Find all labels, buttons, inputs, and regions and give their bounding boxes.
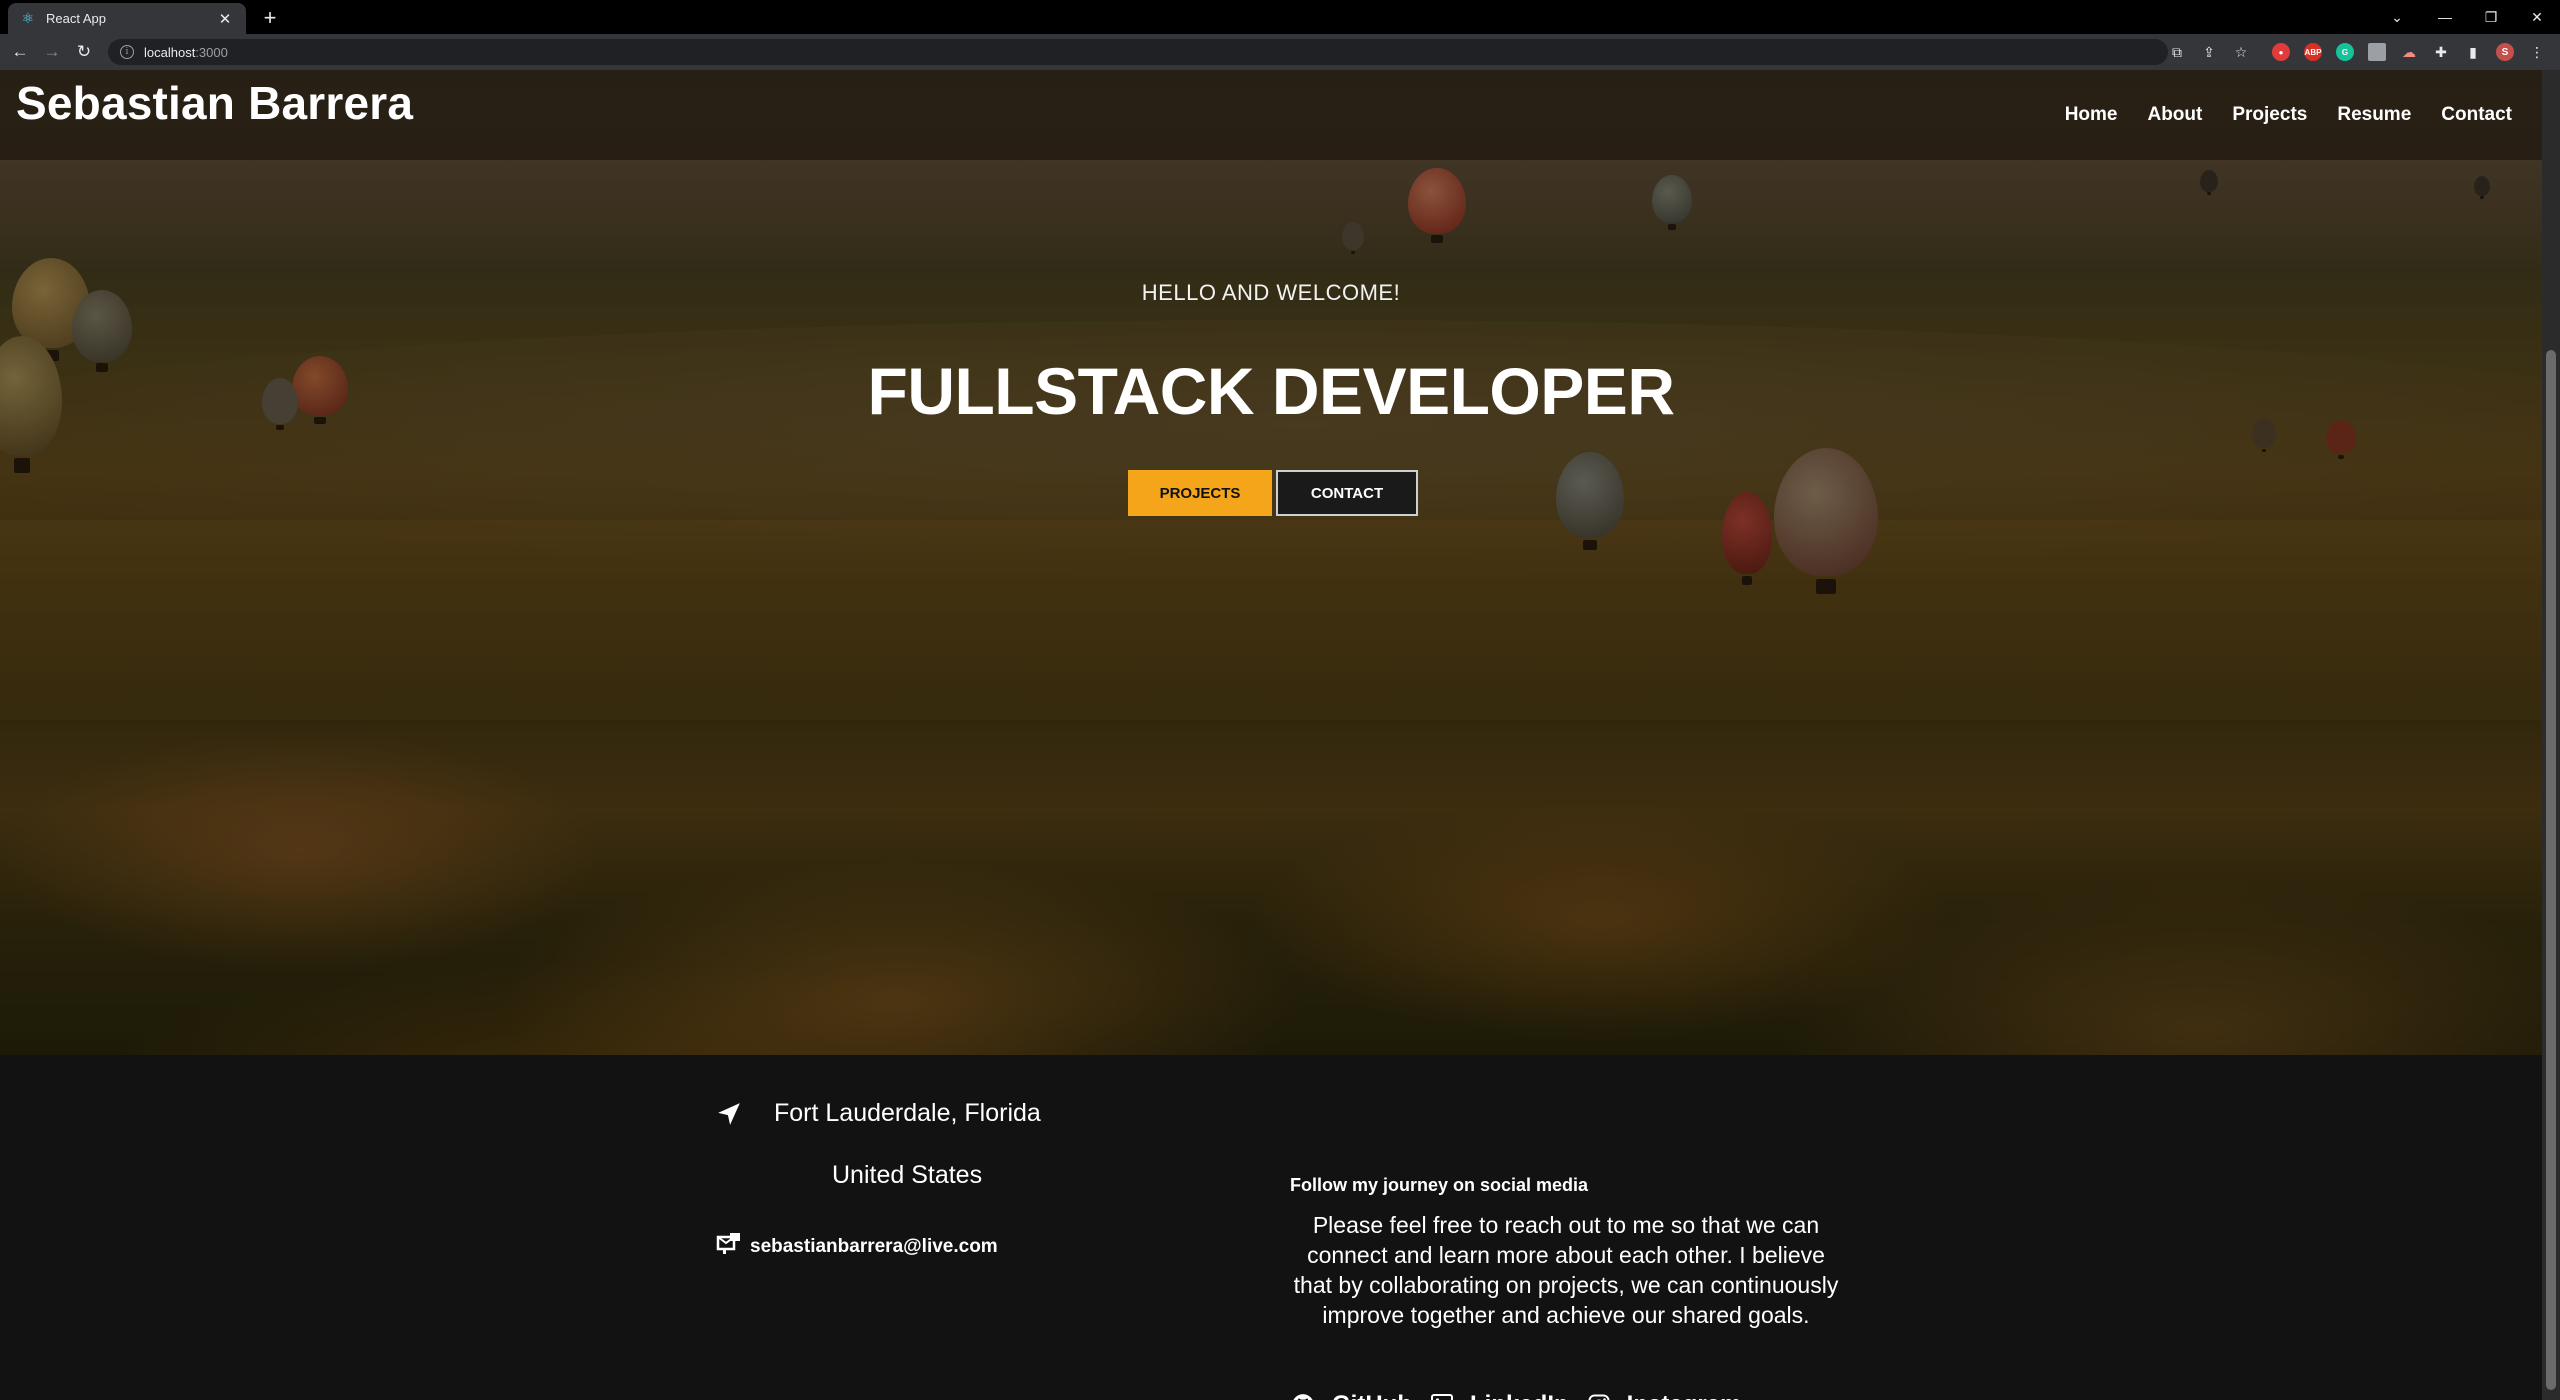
- react-favicon-icon: ⚛: [21, 10, 35, 26]
- browser-tab[interactable]: ⚛ React App ✕: [8, 3, 246, 34]
- social-linkedin[interactable]: LinkedIn: [1430, 1391, 1569, 1400]
- projects-button[interactable]: PROJECTS: [1128, 470, 1272, 516]
- nav-links: Home About Projects Resume Contact: [2035, 104, 2512, 126]
- location-arrow-icon: [718, 1103, 740, 1125]
- adblock-icon[interactable]: ABP: [2304, 43, 2322, 61]
- grammarly-icon[interactable]: G: [2336, 43, 2354, 61]
- scrollbar-thumb[interactable]: [2546, 350, 2556, 1390]
- close-window-button[interactable]: ✕: [2514, 0, 2560, 34]
- page-scrollbar[interactable]: [2542, 70, 2560, 1400]
- minimize-button[interactable]: —: [2422, 0, 2468, 34]
- follow-heading: Follow my journey on social media: [1290, 1175, 1589, 1195]
- mailbox-icon: [716, 1233, 740, 1254]
- more-menu-icon[interactable]: ⋮: [2528, 43, 2546, 61]
- nav-about[interactable]: About: [2147, 104, 2202, 126]
- site-navbar: Sebastian Barrera Home About Projects Re…: [0, 70, 2542, 160]
- site-info-icon[interactable]: i: [120, 45, 134, 59]
- bookmark-star-icon[interactable]: ☆: [2232, 43, 2250, 61]
- instagram-icon: [1587, 1393, 1611, 1400]
- new-tab-button[interactable]: +: [258, 5, 282, 30]
- github-label: GitHub: [1332, 1391, 1412, 1400]
- instagram-label: Instagram: [1627, 1391, 1742, 1400]
- linkedin-label: LinkedIn: [1470, 1391, 1569, 1400]
- open-in-app-icon[interactable]: ⧉: [2168, 43, 2186, 61]
- extension-grey-icon[interactable]: [2368, 43, 2386, 61]
- tab-title: React App: [46, 11, 106, 26]
- profile-avatar-icon[interactable]: S: [2496, 43, 2514, 61]
- browser-toolbar: ← → ↻ i localhost:3000 ⧉ ⇪ ☆ ● ABP G ☁ ✚…: [0, 34, 2560, 70]
- url-host: localhost: [144, 44, 196, 60]
- social-links: GitHub LinkedIn Instagram: [1290, 1391, 1759, 1400]
- address-bar[interactable]: i localhost:3000: [108, 39, 2168, 65]
- site-footer: Fort Lauderdale, Florida United States s…: [0, 1055, 2542, 1400]
- url-port: :3000: [195, 44, 228, 60]
- page-viewport: Sebastian Barrera Home About Projects Re…: [0, 70, 2542, 1400]
- nav-contact[interactable]: Contact: [2441, 104, 2512, 126]
- tab-search-icon[interactable]: ⌄: [2374, 0, 2420, 34]
- social-instagram[interactable]: Instagram: [1587, 1391, 1742, 1400]
- share-icon[interactable]: ⇪: [2200, 43, 2218, 61]
- restore-button[interactable]: ❐: [2468, 0, 2514, 34]
- footer-about-text: Please feel free to reach out to me so t…: [1293, 1212, 1839, 1328]
- forward-button[interactable]: →: [40, 40, 64, 64]
- social-github[interactable]: GitHub: [1290, 1391, 1412, 1400]
- footer-city: Fort Lauderdale, Florida: [774, 1099, 1041, 1127]
- footer-country: United States: [832, 1161, 983, 1189]
- extension-cloud-icon[interactable]: ☁: [2400, 43, 2418, 61]
- linkedin-icon: [1430, 1393, 1454, 1400]
- footer-email[interactable]: sebastianbarrera@live.com: [750, 1236, 998, 1258]
- hero-overlay: [0, 70, 2542, 1125]
- tab-close-icon[interactable]: ✕: [216, 10, 234, 28]
- nav-resume[interactable]: Resume: [2337, 104, 2411, 126]
- site-brand[interactable]: Sebastian Barrera: [16, 76, 413, 130]
- browser-tabstrip: ⚛ React App ✕ + ⌄ — ❐ ✕: [0, 0, 2560, 34]
- extension-red-icon[interactable]: ●: [2272, 43, 2290, 61]
- side-panel-icon[interactable]: ▮: [2464, 43, 2482, 61]
- contact-button[interactable]: CONTACT: [1276, 470, 1418, 516]
- nav-projects[interactable]: Projects: [2232, 104, 2307, 126]
- hero-headline: FULLSTACK DEVELOPER: [867, 354, 1675, 428]
- nav-home[interactable]: Home: [2065, 104, 2118, 126]
- reload-button[interactable]: ↻: [72, 40, 96, 64]
- extensions-puzzle-icon[interactable]: ✚: [2432, 43, 2450, 61]
- hero-section: Sebastian Barrera Home About Projects Re…: [0, 70, 2542, 1125]
- back-button[interactable]: ←: [8, 40, 32, 64]
- github-icon: [1290, 1392, 1316, 1400]
- hero-welcome: HELLO AND WELCOME!: [1141, 280, 1401, 305]
